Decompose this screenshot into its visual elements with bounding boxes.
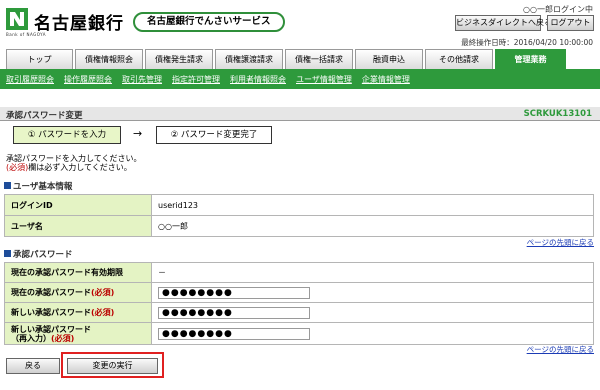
confirm-password-label-line2: （再入力） [11,333,51,343]
subnav-operation-history[interactable]: 操作履歴照会 [64,74,112,85]
password-expiry-label: 現在の承認パスワード有効期限 [4,262,152,283]
password-table: 現在の承認パスワード有効期限 － 現在の承認パスワード(必須) ●●●●●●●●… [4,262,594,345]
subnav-user-info-management[interactable]: ユーザ情報管理 [296,74,352,85]
required-mark: (必須) [6,163,29,172]
subnav-company-info-management[interactable]: 企業情報管理 [362,74,410,85]
section-approval-password: 承認パスワード [4,248,73,260]
screen-id: SCRKUK13101 [523,109,592,119]
back-to-top-link[interactable]: ページの先頭に戻る [527,237,594,248]
new-password-input[interactable]: ●●●●●●●● [158,306,310,319]
required-mark: (必須) [91,308,115,317]
back-to-top-link[interactable]: ページの先頭に戻る [527,344,594,355]
bank-logo-icon [6,8,28,30]
instruction-line-1: 承認パスワードを入力してください。 [6,154,142,163]
table-row: 新しい承認パスワード(必須) ●●●●●●●● [4,302,594,323]
new-password-label: 新しい承認パスワード(必須) [4,302,152,323]
tab-bulk-request[interactable]: 債権一括請求 [285,49,353,69]
login-id-label: ログインID [4,194,152,216]
sub-navigation: 取引履歴照会 操作履歴照会 取引先管理 指定許可管理 利用者情報照会 ユーザ情報… [6,74,410,85]
confirm-password-label-line1: 新しい承認パスワード [11,324,91,334]
current-password-label-text: 現在の承認パスワード [11,288,91,297]
user-name-value: ○○一郎 [151,215,594,237]
section-marker-icon [4,182,11,189]
confirm-password-label: 新しい承認パスワード （再入力）(必須) [4,322,152,345]
user-info-table: ログインID userid123 ユーザ名 ○○一郎 [4,194,594,237]
section-user-info-heading: ユーザ基本情報 [13,182,73,192]
tab-other-requests[interactable]: その他請求 [425,49,493,69]
bank-name: 名古屋銀行 [34,14,124,34]
table-row: 現在の承認パスワード有効期限 － [4,262,594,283]
tab-credit-issue[interactable]: 債権発生請求 [145,49,213,69]
step-arrow: → [133,127,143,140]
new-password-label-text: 新しい承認パスワード [11,308,91,317]
tab-top[interactable]: トップ [6,49,73,69]
login-user: ○○一郎ログイン中 [523,5,593,14]
current-password-input[interactable]: ●●●●●●●● [158,286,310,299]
login-id-value: userid123 [151,194,594,216]
instruction-line-2: (必須)欄は必ず入力してください。 [6,163,142,172]
password-expiry-value: － [151,262,594,283]
subnav-permission-management[interactable]: 指定許可管理 [172,74,220,85]
current-password-cell: ●●●●●●●● [151,282,594,303]
required-mark: (必須) [91,288,115,297]
business-direct-button[interactable]: ビジネスダイレクトへ戻る [455,15,552,31]
section-password-heading: 承認パスワード [13,250,73,260]
step-enter-password: ① パスワードを入力 [13,126,121,144]
tab-credit-inquiry[interactable]: 債権情報照会 [75,49,143,69]
section-marker-icon [4,250,11,257]
tab-management[interactable]: 管理業務 [495,49,566,69]
table-row: ログインID userid123 [4,194,594,216]
tab-credit-transfer[interactable]: 債権譲渡請求 [215,49,283,69]
subnav-partner-management[interactable]: 取引先管理 [122,74,162,85]
new-password-cell: ●●●●●●●● [151,302,594,323]
user-name-label: ユーザ名 [4,215,152,237]
section-user-info: ユーザ基本情報 [4,180,72,192]
required-mark: (必須) [51,333,75,343]
logout-button[interactable]: ログアウト [547,15,594,31]
table-row: ユーザ名 ○○一郎 [4,215,594,237]
confirm-password-input[interactable]: ●●●●●●●● [158,327,310,340]
page-title: 承認パスワード変更 [6,111,83,121]
page-title-bar [0,107,600,121]
tab-loan-application[interactable]: 融資申込 [355,49,423,69]
main-tabs: トップ 債権情報照会 債権発生請求 債権譲渡請求 債権一括請求 融資申込 その他… [6,49,594,69]
back-button[interactable]: 戻る [6,358,60,374]
instruction-line-2-text: 欄は必ず入力してください。 [28,163,132,172]
table-row: 現在の承認パスワード(必須) ●●●●●●●● [4,282,594,303]
subnav-user-info-inquiry[interactable]: 利用者情報照会 [230,74,286,85]
confirm-password-cell: ●●●●●●●● [151,322,594,345]
execute-change-button[interactable]: 変更の実行 [67,358,158,374]
step-change-complete: ② パスワード変更完了 [156,126,272,144]
last-operation-time: 最終操作日時：2016/04/20 10:00:00 [461,38,593,47]
table-row: 新しい承認パスワード （再入力）(必須) ●●●●●●●● [4,322,594,345]
bank-sub-name: Bank of NAGOYA [6,32,47,37]
instructions: 承認パスワードを入力してください。 (必須)欄は必ず入力してください。 [6,154,142,172]
current-password-label: 現在の承認パスワード(必須) [4,282,152,303]
subnav-transaction-history[interactable]: 取引履歴照会 [6,74,54,85]
service-name: 名古屋銀行でんさいサービス [133,12,285,32]
